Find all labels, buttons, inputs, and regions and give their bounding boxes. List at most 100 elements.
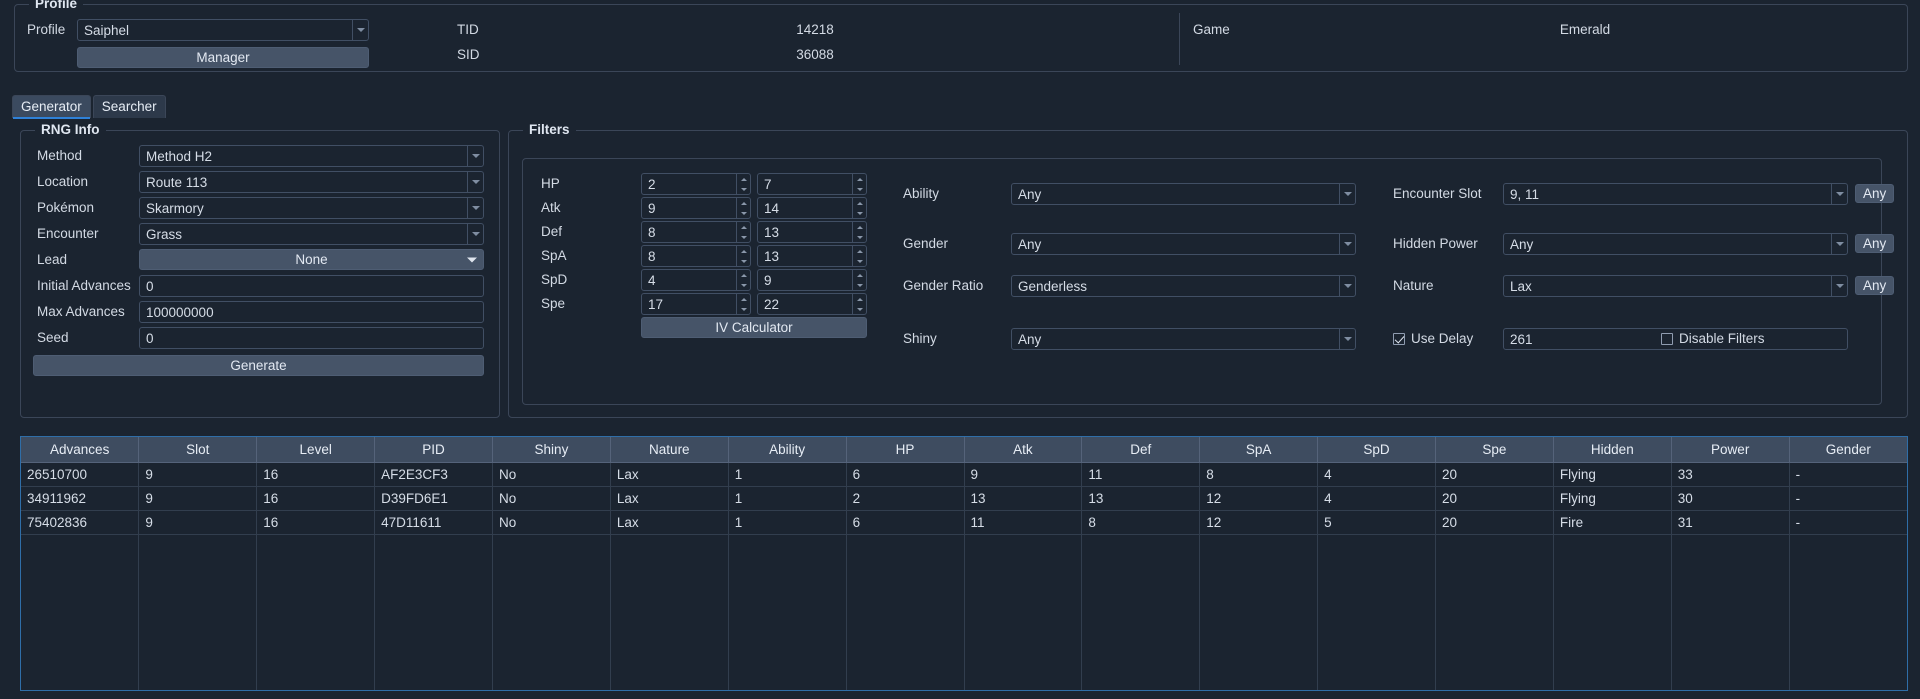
cell-slot: 9 [138,486,258,511]
iv-def-min-input[interactable]: 8 [641,221,751,243]
column-header-spd[interactable]: SpD [1317,437,1436,463]
iv-def-max-input[interactable]: 13 [757,221,867,243]
iv-spe-max-input[interactable]: 22 [757,293,867,315]
location-select[interactable]: Route 113 [139,171,484,193]
table-row[interactable]: 26510700 9 16 AF2E3CF3 No Lax 1 6 9 11 8 4 20 Flying 3… [21,462,1907,487]
ability-filter-value: Any [1018,186,1042,202]
nature-filter-label: Nature [1393,278,1434,293]
tab-generator[interactable]: Generator [12,95,91,119]
cell-nature: Lax [610,486,729,511]
iv-spd-min-input[interactable]: 4 [641,269,751,291]
column-header-shiny[interactable]: Shiny [492,437,611,463]
seed-input[interactable]: 0 [139,327,484,349]
iv-spa-max-value: 13 [764,248,780,264]
encounter-select[interactable]: Grass [139,223,484,245]
cell-atk: 9 [964,462,1083,487]
hidden-power-select[interactable]: Any [1503,233,1848,255]
profile-manager-button[interactable]: Manager [77,47,369,68]
nature-filter-value: Lax [1510,278,1532,294]
column-header-nature[interactable]: Nature [610,437,729,463]
spinner-arrows-icon[interactable] [852,270,866,290]
results-table-container[interactable]: Advances Slot Level PID Shiny Nature Abi… [20,436,1908,691]
lead-label: Lead [37,252,68,267]
table-row[interactable]: 75402836 9 16 47D11611 No Lax 1 6 11 8 12 5 20 Fire 31… [21,510,1907,535]
spinner-arrows-icon[interactable] [736,294,750,314]
spinner-arrows-icon[interactable] [852,246,866,266]
rng-row-initial-advances: Initial Advances 0 [21,275,499,297]
column-header-spe[interactable]: Spe [1435,437,1554,463]
spinner-arrows-icon[interactable] [736,198,750,218]
seed-label: Seed [37,330,69,345]
chevron-down-icon [467,198,483,218]
iv-atk-max-input[interactable]: 14 [757,197,867,219]
disable-filters-checkbox[interactable]: Disable Filters [1661,331,1765,346]
initial-advances-input[interactable]: 0 [139,275,484,297]
rng-info-group-title: RNG Info [35,122,106,137]
iv-spe-max-value: 22 [764,296,780,312]
column-header-slot[interactable]: Slot [138,437,258,463]
iv-spd-max-input[interactable]: 9 [757,269,867,291]
spinner-arrows-icon[interactable] [852,174,866,194]
main-tabbar: Generator Searcher [12,95,166,119]
pokemon-select[interactable]: Skarmory [139,197,484,219]
encounter-slot-any-button[interactable]: Any [1855,184,1895,203]
chevron-down-icon [467,172,483,192]
results-table: Advances Slot Level PID Shiny Nature Abi… [21,437,1907,690]
location-value: Route 113 [146,174,208,190]
spinner-arrows-icon[interactable] [852,198,866,218]
column-header-gender[interactable]: Gender [1789,437,1907,463]
spinner-arrows-icon[interactable] [852,294,866,314]
spinner-arrows-icon[interactable] [736,246,750,266]
use-delay-checkbox[interactable]: Use Delay [1393,331,1473,346]
spinner-arrows-icon[interactable] [736,222,750,242]
iv-hp-min-value: 2 [648,176,656,192]
iv-calculator-button[interactable]: IV Calculator [641,317,867,338]
cell-nature: Lax [610,462,729,487]
iv-hp-min-input[interactable]: 2 [641,173,751,195]
column-header-power[interactable]: Power [1671,437,1790,463]
method-select[interactable]: Method H2 [139,145,484,167]
column-header-advances[interactable]: Advances [21,437,140,463]
nature-filter-select[interactable]: Lax [1503,275,1848,297]
rng-row-pokemon: Pokémon Skarmory [21,197,499,219]
spinner-arrows-icon[interactable] [736,174,750,194]
cell-def: 11 [1081,462,1201,487]
column-header-spa[interactable]: SpA [1199,437,1319,463]
shiny-filter-select[interactable]: Any [1011,328,1356,350]
chevron-down-icon [467,257,477,262]
column-header-ability[interactable]: Ability [728,437,847,463]
column-header-hp[interactable]: HP [846,437,965,463]
cell-power: 30 [1671,486,1790,511]
column-header-pid[interactable]: PID [374,437,493,463]
hidden-power-any-button[interactable]: Any [1855,234,1895,253]
spinner-arrows-icon[interactable] [736,270,750,290]
max-advances-input[interactable]: 100000000 [139,301,484,323]
column-header-hidden[interactable]: Hidden [1553,437,1672,463]
iv-spa-min-input[interactable]: 8 [641,245,751,267]
cell-hidden: Fire [1553,510,1672,535]
cell-advances: 75402836 [21,510,140,535]
gender-filter-select[interactable]: Any [1011,233,1356,255]
ability-filter-label: Ability [903,186,940,201]
generate-button[interactable]: Generate [33,355,484,376]
table-row[interactable]: 34911962 9 16 D39FD6E1 No Lax 1 2 13 13 12 4 20 Flyin… [21,486,1907,511]
rng-row-method: Method Method H2 [21,145,499,167]
spinner-arrows-icon[interactable] [852,222,866,242]
iv-hp-label: HP [541,176,560,191]
column-header-atk[interactable]: Atk [964,437,1083,463]
lead-select-button[interactable]: None [139,249,484,270]
hidden-power-value: Any [1510,236,1534,252]
shiny-filter-label: Shiny [903,331,937,346]
ability-filter-select[interactable]: Any [1011,183,1356,205]
column-header-level[interactable]: Level [256,437,376,463]
profile-select[interactable]: Saiphel [77,19,369,41]
tab-searcher[interactable]: Searcher [92,95,166,118]
iv-atk-min-input[interactable]: 9 [641,197,751,219]
iv-spa-max-input[interactable]: 13 [757,245,867,267]
gender-ratio-filter-select[interactable]: Genderless [1011,275,1356,297]
nature-any-button[interactable]: Any [1855,276,1895,295]
iv-spe-min-input[interactable]: 17 [641,293,751,315]
iv-hp-max-input[interactable]: 7 [757,173,867,195]
encounter-slot-select[interactable]: 9, 11 [1503,183,1848,205]
column-header-def[interactable]: Def [1081,437,1201,463]
